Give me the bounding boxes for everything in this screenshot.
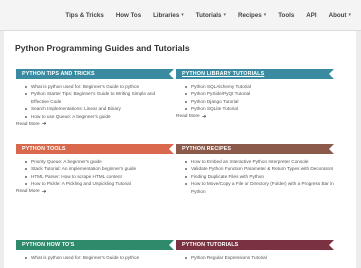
arrow-right-icon: ➜ [201,113,207,120]
category-title: PYTHON LIBRARY TUTORIALS [182,71,265,77]
article-link[interactable]: Python Regular Expressions Tutorial [184,254,334,261]
category-ribbon[interactable]: PYTHON HOW TO'S [16,240,174,250]
category-title: PYTHON TIPS AND TRICKS [22,71,95,77]
category-ribbon[interactable]: PYTHON TIPS AND TRICKS [16,69,174,79]
article-link[interactable]: Python SQLite Tutorial [184,105,334,112]
category-title: PYTHON TOOLS [22,146,66,152]
nav-label: Tips & Tricks [65,11,104,19]
article-link[interactable]: How to Pickle: A Pickling and Unpickling… [24,180,174,187]
article-link[interactable]: Stack Tutorial: An implementation beginn… [24,165,174,172]
category-card-library-tutorials: PYTHON LIBRARY TUTORIALS Python SQLAlche… [176,69,334,120]
read-more-link[interactable]: Read More ➜ [176,114,334,120]
nav-recipes[interactable]: Recipes ▾ [232,12,272,19]
read-more-label: Read More [16,121,40,127]
article-link[interactable]: Priority Queue: A beginner's guide [24,158,174,165]
category-card-tutorials: PYTHON TUTORIALS Python Regular Expressi… [176,240,334,261]
article-link[interactable]: Python PySide/PyQt Tutorial [184,90,334,97]
nav-tutorials[interactable]: Tutorials ▾ [190,12,232,19]
category-ribbon[interactable]: PYTHON LIBRARY TUTORIALS [176,69,334,79]
category-card-recipes: PYTHON RECIPES How to Embed an Interacti… [176,144,334,195]
article-link[interactable]: HTML Parser: How to scrape HTML content [24,173,174,180]
nav-about[interactable]: About ▾ [323,12,357,19]
article-list: Python SQLAlchemy Tutorial Python PySide… [176,83,334,113]
nav-api[interactable]: API [300,12,322,19]
article-list: What is python used for: Beginner's Guid… [16,83,174,120]
chevron-down-icon: ▾ [223,12,226,18]
nav-label: Libraries [153,11,180,19]
category-title: PYTHON RECIPES [182,146,232,152]
article-list: Priority Queue: A beginner's guide Stack… [16,158,174,188]
nav-label: API [306,11,317,19]
article-list: How to Embed an Interactive Python Inter… [176,158,334,195]
nav-label: How Tos [115,11,142,19]
article-link[interactable]: Search Implementations: Linear and Binar… [24,105,174,112]
read-more-link[interactable]: Read More ➜ [16,189,174,195]
arrow-right-icon: ➜ [41,188,47,195]
top-navigation-bar: Tips & Tricks How Tos Libraries ▾ Tutoria… [0,0,361,31]
nav-label: About [328,11,347,19]
article-link[interactable]: Python Django Tutorial [184,98,334,105]
category-title: PYTHON TUTORIALS [182,242,239,248]
chevron-down-icon: ▾ [181,12,184,18]
nav-tools[interactable]: Tools [272,12,300,19]
category-ribbon[interactable]: PYTHON TOOLS [16,144,174,154]
read-more-link[interactable]: Read More ➜ [16,121,174,127]
page-title: Python Programming Guides and Tutorials [15,43,190,53]
nav-tips-and-tricks[interactable]: Tips & Tricks [59,12,109,19]
arrow-right-icon: ➜ [41,121,47,128]
nav-label: Recipes [237,11,262,19]
nav-libraries[interactable]: Libraries ▾ [147,12,190,19]
category-card-how-tos: PYTHON HOW TO'S What is python used for:… [16,240,174,261]
article-link[interactable]: How to Embed an Interactive Python Inter… [184,158,334,165]
article-link[interactable]: What is python used for: Beginner's Guid… [24,83,174,90]
chevron-down-icon: ▾ [263,12,267,18]
category-card-tips-and-tricks: PYTHON TIPS AND TRICKS What is python us… [16,69,174,127]
article-list: What is python used for: Beginner's Guid… [16,254,174,261]
article-link[interactable]: Validate Python Function Parameter & Ret… [184,165,334,172]
nav-label: Tutorials [195,11,222,19]
main-content: Python Programming Guides and Tutorials … [4,31,356,268]
article-link[interactable]: What is python used for: Beginner's Guid… [24,254,174,261]
article-link[interactable]: How to Move/Copy a File or Directory (Fo… [184,180,334,195]
category-ribbon[interactable]: PYTHON TUTORIALS [176,240,334,250]
article-link[interactable]: Python SQLAlchemy Tutorial [184,83,334,90]
category-ribbon[interactable]: PYTHON RECIPES [176,144,334,154]
main-nav: Tips & Tricks How Tos Libraries ▾ Tutoria… [59,0,357,30]
nav-label: Tools [278,11,295,19]
read-more-label: Read More [176,114,200,120]
chevron-down-icon: ▾ [348,12,351,18]
category-card-tools: PYTHON TOOLS Priority Queue: A beginner'… [16,144,174,195]
category-title: PYTHON HOW TO'S [22,242,75,248]
article-link[interactable]: Finding Duplicate Files with Python [184,173,334,180]
read-more-label: Read More [16,189,40,195]
article-list: Python Regular Expressions Tutorial [176,254,334,261]
nav-how-tos[interactable]: How Tos [110,12,147,19]
article-link[interactable]: Python Starter Tips: Beginner's Guide to… [24,90,174,105]
article-link[interactable]: How to use Queue: A beginner's guide [24,113,174,120]
